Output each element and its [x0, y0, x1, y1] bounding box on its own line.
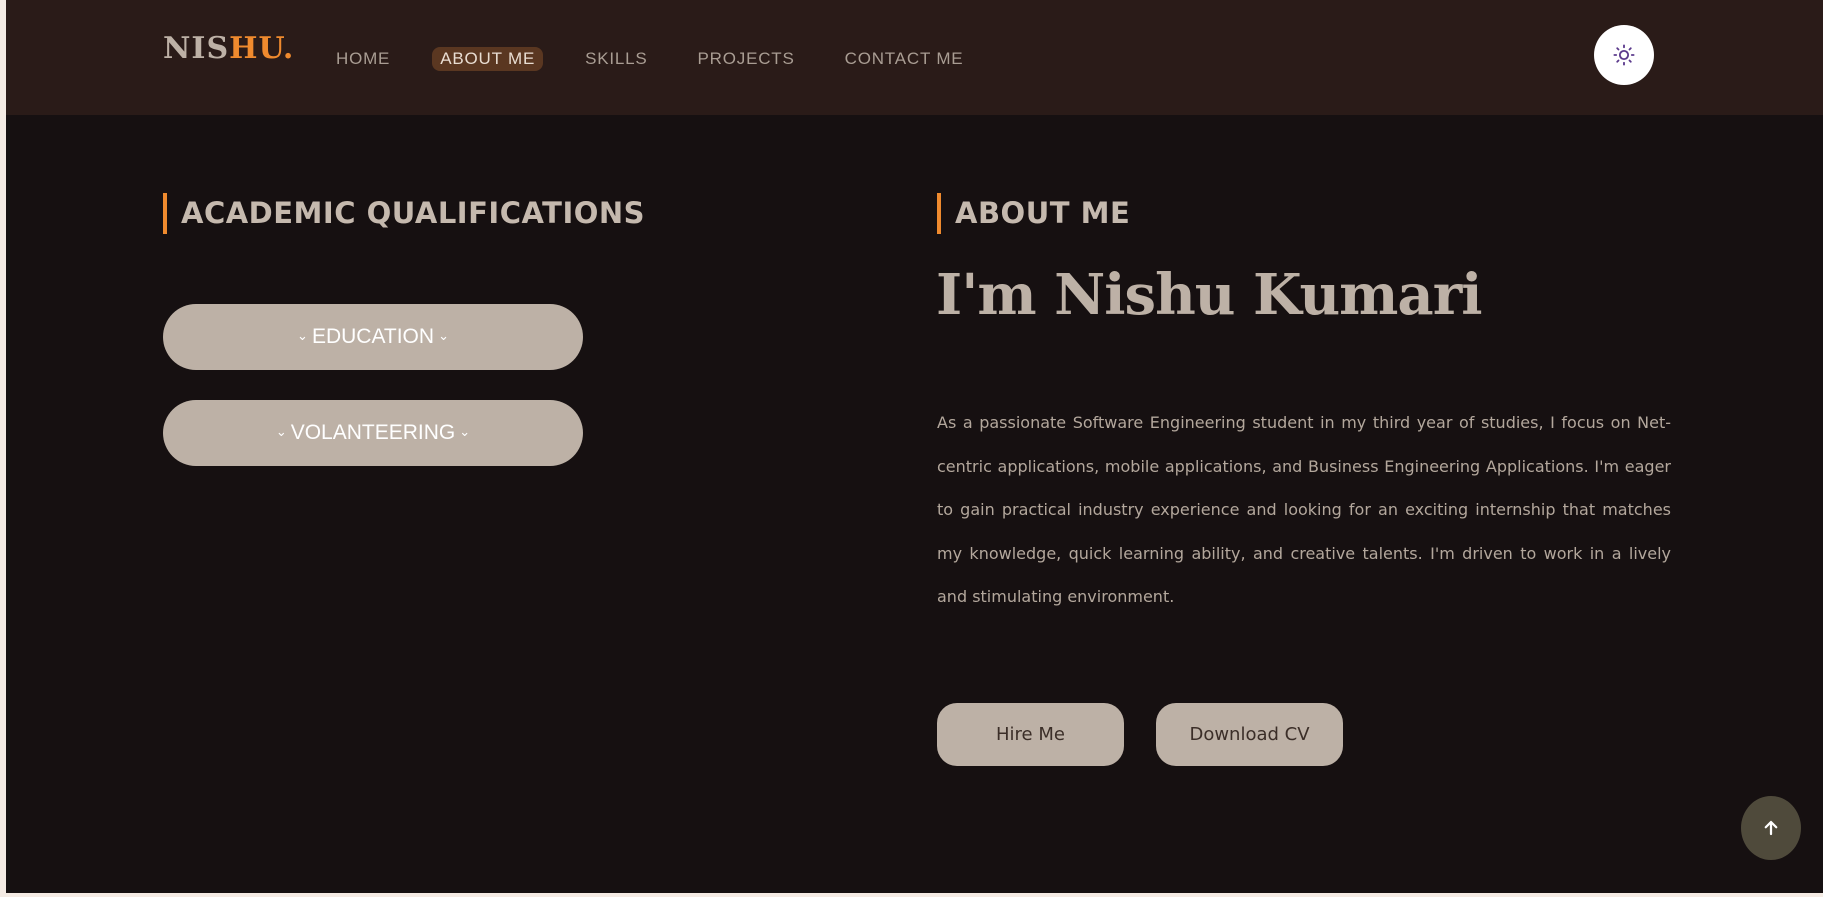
academic-heading: ACADEMIC QUALIFICATIONS — [163, 193, 645, 234]
education-toggle-button[interactable]: ⌄ EDUCATION ⌄ — [163, 304, 583, 370]
hire-me-button[interactable]: Hire Me — [937, 703, 1124, 766]
chevron-down-icon: ⌄ — [275, 424, 287, 439]
logo[interactable]: NISHU. — [163, 34, 294, 64]
logo-part-1: NIS — [163, 31, 230, 66]
hero-name: I'm Nishu Kumari — [936, 262, 1482, 328]
scroll-to-top-button[interactable] — [1741, 796, 1801, 860]
download-cv-button[interactable]: Download CV — [1156, 703, 1343, 766]
chevron-down-icon: ⌄ — [438, 328, 449, 343]
about-heading: ABOUT ME — [937, 193, 1130, 234]
nav-skills[interactable]: SKILLS — [577, 47, 655, 71]
arrow-up-icon — [1764, 820, 1778, 836]
chevron-down-icon: ⌄ — [297, 328, 308, 343]
volunteering-toggle-button[interactable]: ⌄ VOLANTEERING ⌄ — [163, 400, 583, 466]
nav-home[interactable]: HOME — [328, 47, 398, 71]
sun-icon — [1613, 44, 1635, 66]
chevron-down-icon: ⌄ — [459, 424, 471, 439]
nav-projects[interactable]: PROJECTS — [690, 47, 803, 71]
page-frame: NISHU. HOME ABOUT ME SKILLS PROJECTS CON… — [6, 0, 1823, 893]
nav-contact-me[interactable]: CONTACT ME — [837, 47, 972, 71]
theme-toggle-button[interactable] — [1594, 25, 1654, 85]
about-bio: As a passionate Software Engineering stu… — [937, 413, 1671, 606]
nav-about-me[interactable]: ABOUT ME — [432, 47, 544, 71]
navbar: NISHU. HOME ABOUT ME SKILLS PROJECTS CON… — [6, 0, 1823, 115]
main-nav: HOME ABOUT ME SKILLS PROJECTS CONTACT ME — [328, 47, 1005, 71]
volunteering-label: VOLANTEERING — [290, 421, 456, 444]
logo-part-2: HU. — [229, 31, 295, 66]
education-label: EDUCATION — [311, 325, 435, 348]
